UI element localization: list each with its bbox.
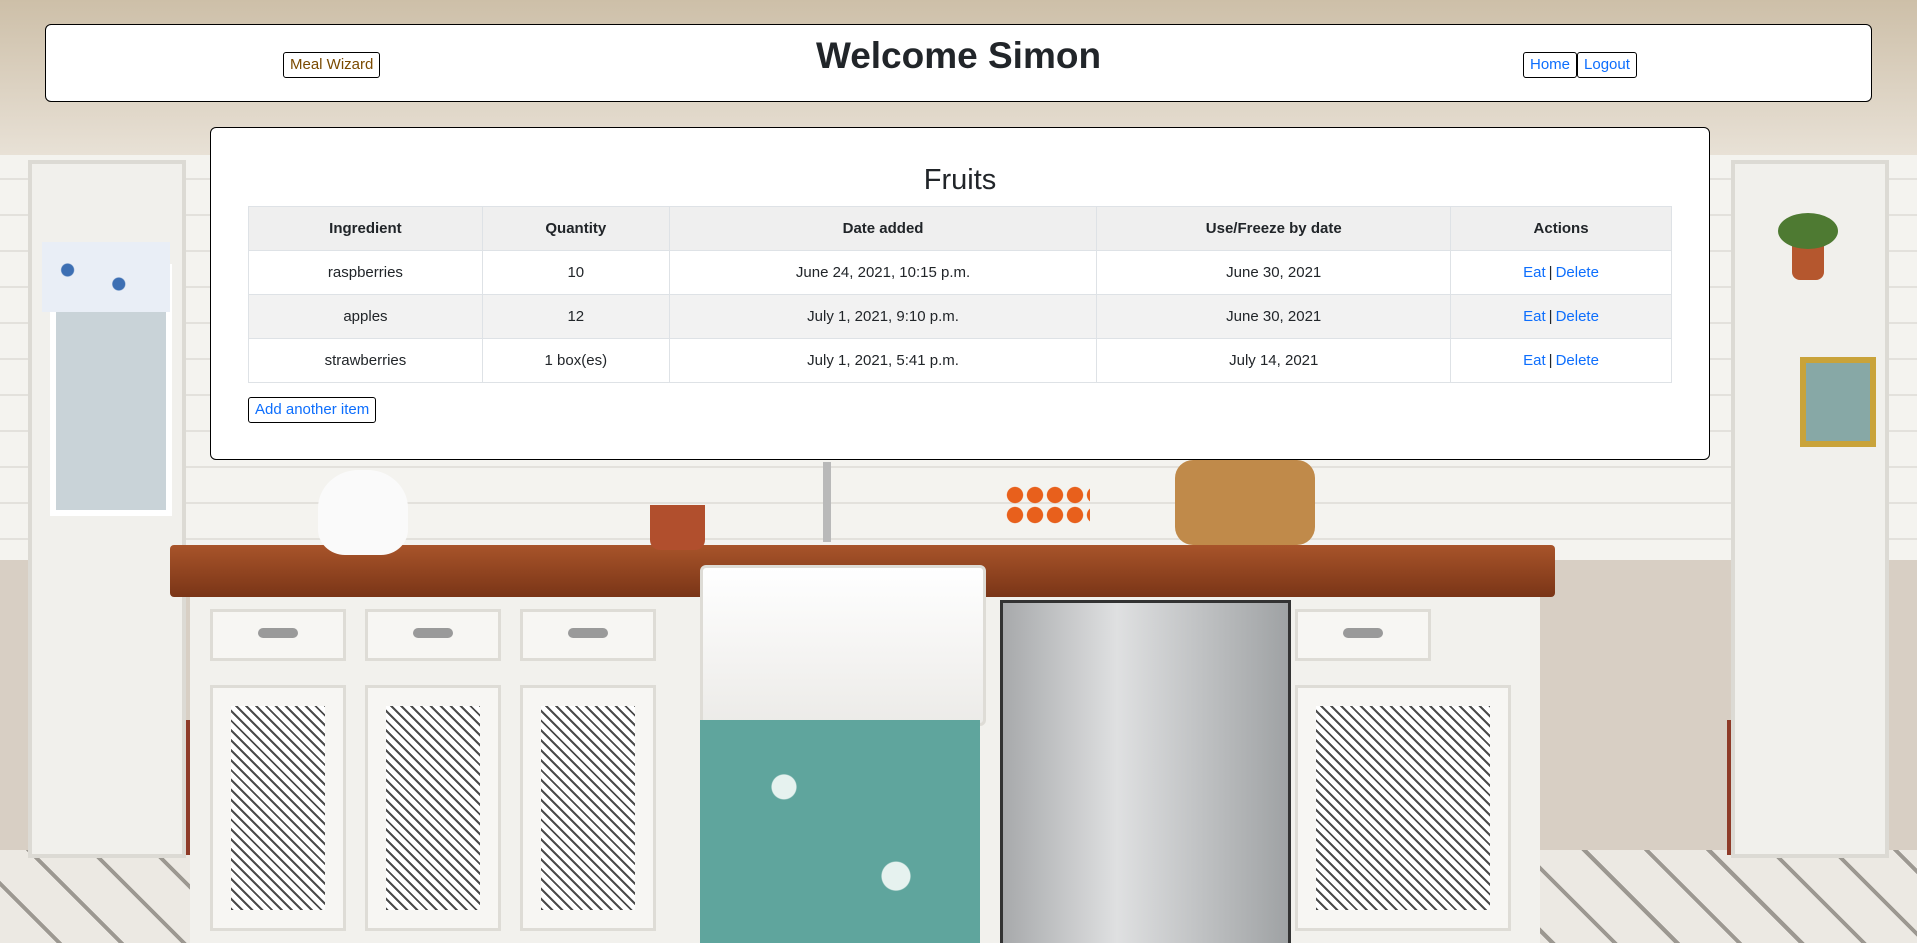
- cell-date-added: June 24, 2021, 10:15 p.m.: [668, 250, 1098, 295]
- cell-use-by: July 14, 2021: [1096, 338, 1452, 383]
- drawer: [210, 609, 346, 661]
- potted-plant: [1778, 213, 1838, 280]
- flower-pot: [650, 505, 705, 550]
- column-header-actions: Actions: [1450, 206, 1672, 251]
- cell-date-added: July 1, 2021, 5:41 p.m.: [668, 338, 1098, 383]
- header-bar: Meal Wizard Welcome Simon Home Logout: [45, 24, 1872, 102]
- table-row: apples 12 July 1, 2021, 9:10 p.m. June 3…: [248, 294, 1672, 339]
- eat-link[interactable]: Eat: [1523, 308, 1546, 325]
- column-header-ingredient: Ingredient: [248, 206, 483, 251]
- column-header-quantity: Quantity: [481, 206, 670, 251]
- cell-actions: Eat | Delete: [1450, 250, 1672, 295]
- cabinet-door: [210, 685, 346, 931]
- fruits-panel: Fruits Ingredient Quantity Date added Us…: [210, 127, 1710, 460]
- cell-ingredient: apples: [248, 294, 483, 339]
- home-button[interactable]: Home: [1523, 52, 1578, 78]
- action-separator: |: [1548, 308, 1553, 325]
- cell-quantity: 12: [481, 294, 670, 339]
- cell-quantity: 1 box(es): [481, 338, 670, 383]
- delete-link[interactable]: Delete: [1556, 352, 1599, 369]
- sink-skirt: [700, 720, 980, 943]
- dishwasher: [1000, 600, 1291, 943]
- drawer: [1295, 609, 1431, 661]
- wall-picture: [1800, 357, 1876, 447]
- action-separator: |: [1548, 264, 1553, 281]
- cabinet-door: [520, 685, 656, 931]
- fruit-bowl: [1005, 485, 1090, 525]
- column-header-use-by: Use/Freeze by date: [1096, 206, 1452, 251]
- cell-quantity: 10: [481, 250, 670, 295]
- table-row: raspberries 10 June 24, 2021, 10:15 p.m.…: [248, 250, 1672, 295]
- farmhouse-sink: [700, 565, 986, 726]
- eat-link[interactable]: Eat: [1523, 352, 1546, 369]
- fruits-table: Ingredient Quantity Date added Use/Freez…: [248, 206, 1672, 383]
- cell-actions: Eat | Delete: [1450, 294, 1672, 339]
- logout-button[interactable]: Logout: [1577, 52, 1637, 78]
- cell-actions: Eat | Delete: [1450, 338, 1672, 383]
- action-separator: |: [1548, 352, 1553, 369]
- delete-link[interactable]: Delete: [1556, 264, 1599, 281]
- table-header-row: Ingredient Quantity Date added Use/Freez…: [248, 206, 1672, 251]
- cell-ingredient: strawberries: [248, 338, 483, 383]
- tureen: [318, 470, 408, 555]
- delete-link[interactable]: Delete: [1556, 308, 1599, 325]
- table-row: strawberries 1 box(es) July 1, 2021, 5:4…: [248, 338, 1672, 383]
- faucet: [823, 462, 831, 542]
- cabinet-door: [365, 685, 501, 931]
- drawer: [520, 609, 656, 661]
- cell-use-by: June 30, 2021: [1096, 294, 1452, 339]
- column-header-date-added: Date added: [668, 206, 1098, 251]
- add-item-button[interactable]: Add another item: [248, 397, 377, 423]
- cell-ingredient: raspberries: [248, 250, 483, 295]
- meal-wizard-button[interactable]: Meal Wizard: [283, 52, 381, 78]
- cell-use-by: June 30, 2021: [1096, 250, 1452, 295]
- door-left: [28, 160, 186, 858]
- section-title: Fruits: [923, 164, 997, 196]
- cabinet-door: [1295, 685, 1511, 931]
- cutting-board: [1175, 460, 1315, 545]
- eat-link[interactable]: Eat: [1523, 264, 1546, 281]
- drawer: [365, 609, 501, 661]
- cell-date-added: July 1, 2021, 9:10 p.m.: [668, 294, 1098, 339]
- nav-buttons: Home Logout: [1523, 52, 1637, 78]
- window-curtain: [42, 242, 170, 312]
